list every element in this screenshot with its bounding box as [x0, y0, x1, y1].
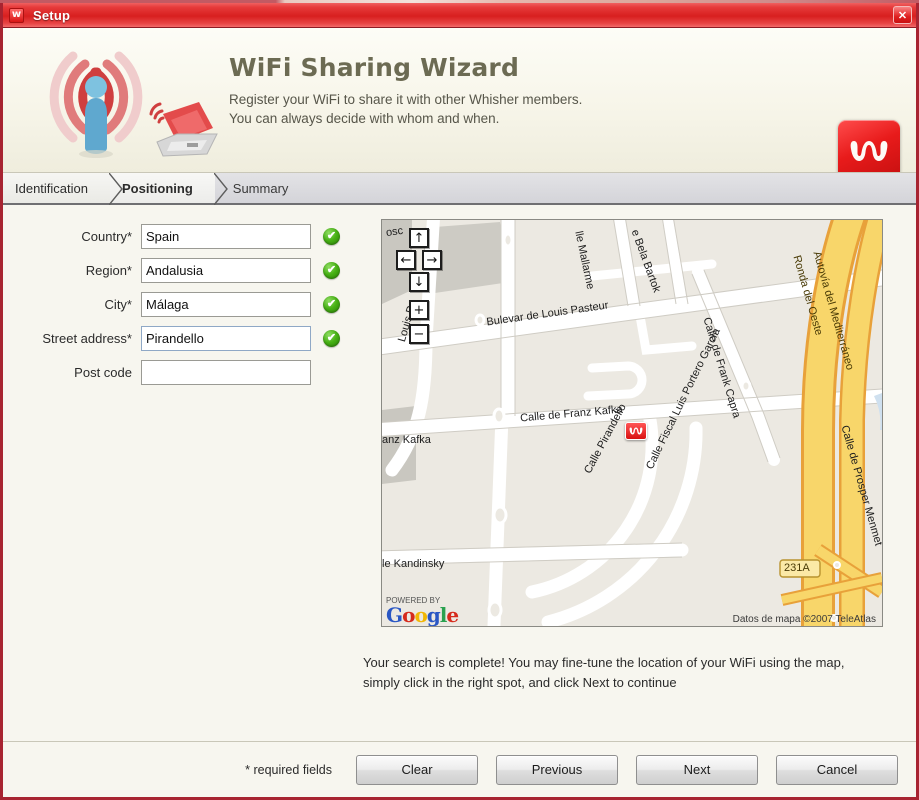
step-tab-positioning-label: Positioning	[122, 180, 193, 196]
map-pan-right-icon[interactable]: →	[422, 250, 442, 270]
street-address-input[interactable]	[141, 325, 311, 351]
title-bar: w Setup ✕	[3, 3, 916, 28]
form-row-country: Country* ✔	[3, 219, 371, 253]
cancel-button[interactable]: Cancel	[776, 754, 898, 785]
map-data-attribution: Datos de mapa ©2007 TeleAtlas	[732, 614, 876, 625]
step-tab-identification-label: Identification	[15, 180, 88, 196]
post-code-label: Post code	[74, 364, 132, 380]
region-valid-icon: ✔	[323, 261, 340, 279]
next-button[interactable]: Next	[636, 754, 758, 785]
address-form: Country* ✔ Region* ✔ City* ✔ Street addr…	[3, 219, 371, 389]
header-banner: WiFi Sharing Wizard Register your WiFi t…	[3, 28, 916, 173]
step-tab-summary-label: Summary	[232, 180, 289, 196]
window-title: Setup	[33, 7, 71, 23]
step-tab-positioning[interactable]: Positioning	[110, 173, 228, 205]
whisher-w-glyph	[629, 427, 643, 435]
region-input[interactable]	[141, 257, 311, 283]
location-map[interactable]: osc Bulevar de Louis Pasteur lle Mallarm…	[381, 219, 883, 627]
banner-subtitle-line1: Register your WiFi to share it with othe…	[229, 92, 583, 108]
wizard-body: Country* ✔ Region* ✔ City* ✔ Street addr…	[3, 205, 916, 741]
country-label: Country*	[81, 228, 132, 244]
banner-subtitle: Register your WiFi to share it with othe…	[229, 90, 582, 128]
region-label: Region*	[85, 262, 132, 278]
google-wordmark: Google	[386, 603, 459, 627]
form-row-street-address: Street address* ✔	[3, 321, 371, 355]
status-hint-line2: simply click in the right spot, and clic…	[363, 674, 677, 690]
form-row-city: City* ✔	[3, 287, 371, 321]
wizard-step-tabs: Identification Positioning Summary	[3, 173, 916, 205]
form-row-region: Region* ✔	[3, 253, 371, 287]
map-pan-down-icon[interactable]: ↓	[409, 272, 429, 292]
clear-button[interactable]: Clear	[356, 754, 478, 785]
map-pan-left-icon[interactable]: ←	[396, 250, 416, 270]
street-address-valid-icon: ✔	[323, 329, 340, 347]
required-fields-note: * required fields	[245, 762, 332, 777]
close-icon[interactable]: ✕	[893, 6, 912, 24]
street-label: anz Kafka	[382, 434, 431, 446]
whisher-logo-icon: w	[9, 7, 24, 23]
chevron-right-icon	[109, 173, 123, 205]
whisher-w-glyph	[850, 141, 888, 161]
city-valid-icon: ✔	[323, 295, 340, 313]
map-pan-up-icon[interactable]: ↑	[409, 228, 429, 248]
street-label: le Kandinsky	[382, 558, 445, 570]
map-zoom-out-icon[interactable]: −	[409, 324, 429, 344]
step-tab-identification[interactable]: Identification	[3, 173, 123, 205]
banner-subtitle-line2: You can always decide with whom and when…	[229, 111, 500, 127]
country-valid-icon: ✔	[323, 227, 340, 245]
page-title: WiFi Sharing Wizard	[229, 53, 520, 82]
street-address-label: Street address*	[42, 330, 132, 346]
city-label: City*	[104, 296, 132, 312]
google-attribution: POWERED BY Google	[386, 596, 459, 627]
map-pan-zoom-controls: ↑ ← → ↓ + −	[396, 228, 442, 350]
city-input[interactable]	[141, 291, 311, 317]
chevron-right-icon	[213, 173, 228, 205]
banner-text-block: WiFi Sharing Wizard Register your WiFi t…	[229, 53, 582, 129]
form-row-post-code: Post code	[3, 355, 371, 389]
previous-button[interactable]: Previous	[496, 754, 618, 785]
map-zoom-in-icon[interactable]: +	[409, 300, 429, 320]
road-shield-label: 231A	[784, 562, 810, 574]
post-code-input[interactable]	[141, 359, 311, 385]
country-input[interactable]	[141, 223, 311, 249]
status-hint-line1: Your search is complete! You may fine-tu…	[363, 655, 845, 670]
status-hint-text: Your search is complete! You may fine-tu…	[363, 653, 898, 692]
wifi-location-marker-icon[interactable]	[625, 422, 647, 440]
setup-window: w Setup ✕ WiFi Sharing Wizard Register y…	[0, 3, 919, 800]
footer-bar: * required fields Clear Previous Next Ca…	[3, 741, 916, 797]
wifi-person-laptop-illustration	[49, 51, 218, 158]
step-tab-summary[interactable]: Summary	[215, 173, 311, 203]
whisher-brand-logo-icon	[838, 120, 900, 172]
